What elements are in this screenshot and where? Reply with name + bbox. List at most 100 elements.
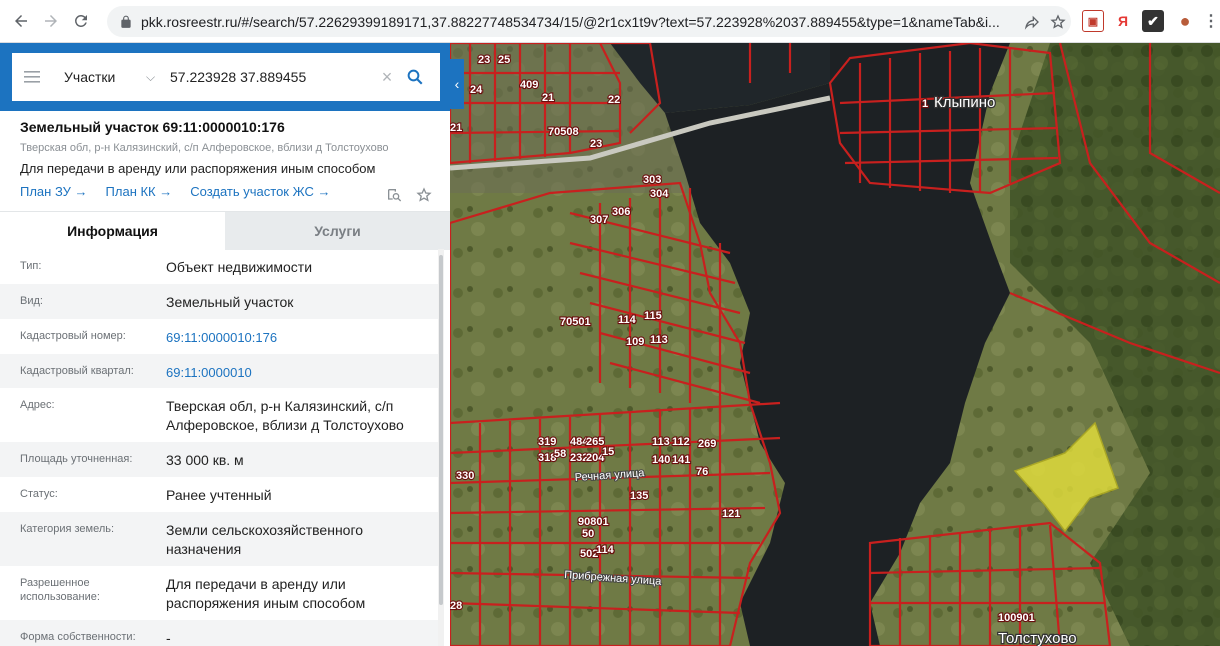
share-icon[interactable]: [1019, 9, 1045, 35]
map-canvas[interactable]: Клыпино Толстухово Речная улица Прибрежн…: [450, 43, 1220, 646]
detail-value: -: [166, 630, 171, 646]
search-box: Участки ⌵ ×: [12, 53, 440, 101]
parcel-label: 22: [608, 94, 620, 106]
detail-label: Статус:: [20, 488, 58, 500]
collapse-panel-button[interactable]: ‹: [450, 59, 464, 109]
reload-icon[interactable]: [66, 6, 96, 36]
detail-value: Тверская обл, р-н Калязинский, с/п Алфер…: [166, 398, 404, 433]
parcel-label: 135: [630, 490, 648, 502]
favorite-star-icon[interactable]: [416, 187, 432, 203]
detail-label: Категория земель:: [20, 523, 115, 535]
parcel-label: 121: [722, 508, 740, 520]
detail-label: Тип:: [20, 260, 42, 272]
detail-row-kind: Вид: Земельный участок: [0, 284, 440, 319]
parcel-label: 23: [590, 138, 602, 150]
parcel-label: 140: [652, 454, 670, 466]
place-name-tolstukhovo: Толстухово: [998, 630, 1077, 646]
forward-icon[interactable]: [36, 6, 66, 36]
yandex-extension-icon[interactable]: Я: [1112, 10, 1134, 32]
detail-label: Адрес:: [20, 399, 55, 411]
parcel-label: 141: [672, 454, 690, 466]
info-panel: Участки ⌵ × Земельный участок 69:11:0000…: [0, 43, 450, 646]
detail-row-ownership: Форма собственности: -: [0, 620, 440, 646]
hamburger-menu-icon[interactable]: [12, 53, 52, 101]
parcel-label: 115: [644, 310, 662, 322]
details-list: Тип: Объект недвижимости Вид: Земельный …: [0, 249, 440, 646]
parcel-label: 114: [618, 314, 637, 326]
detail-row-land-category: Категория земель: Земли сельскохозяйстве…: [0, 512, 440, 566]
detail-row-permitted-use: Разрешенное использование: Для передачи …: [0, 566, 440, 620]
parcel-label: 50: [582, 528, 594, 540]
lock-icon: [121, 15, 131, 28]
address-bar[interactable]: pkk.rosreestr.ru/#/search/57.22629399189…: [107, 6, 1071, 37]
detail-label: Разрешенное использование:: [20, 577, 100, 603]
tab-bar: Информация Услуги: [0, 211, 450, 250]
parcel-label: 303: [643, 174, 661, 186]
clear-icon[interactable]: ×: [375, 67, 399, 88]
parcel-label: 15: [602, 446, 614, 458]
parcel-label: 304: [650, 188, 669, 200]
parcel-title: Земельный участок 69:11:0000010:176: [20, 119, 285, 135]
pocket-extension-icon[interactable]: ▣: [1082, 10, 1104, 32]
search-input[interactable]: [170, 69, 375, 85]
parcel-use: Для передачи в аренду или распоряжения и…: [20, 161, 376, 176]
browser-toolbar: pkk.rosreestr.ru/#/search/57.22629399189…: [0, 0, 1220, 43]
url-text[interactable]: pkk.rosreestr.ru/#/search/57.22629399189…: [141, 14, 1019, 30]
detail-row-area: Площадь уточненная: 33 000 кв. м: [0, 442, 440, 477]
parcel-label: 70508: [548, 126, 579, 138]
plan-zu-link[interactable]: План ЗУ →: [20, 184, 88, 199]
detail-value: Для передачи в аренду или распоряжения и…: [166, 576, 366, 611]
parcel-label: 330: [456, 470, 474, 482]
search-bar: Участки ⌵ ×: [0, 43, 450, 111]
detail-value: Земли сельскохозяйственного назначения: [166, 522, 364, 557]
parcel-label: 306: [612, 206, 630, 218]
parcel-label: 1: [922, 98, 928, 110]
parcel-address: Тверская обл, р-н Калязинский, с/п Алфер…: [20, 142, 389, 154]
detail-value: 33 000 кв. м: [166, 452, 244, 468]
star-icon[interactable]: [1045, 9, 1071, 35]
detail-label: Форма собственности:: [20, 631, 136, 643]
detail-value: Ранее учтенный: [166, 487, 272, 503]
cadastral-number-link[interactable]: 69:11:0000010:176: [166, 328, 436, 354]
card-tools: [386, 187, 432, 203]
cadastral-map[interactable]: Клыпино Толстухово Речная улица Прибрежн…: [450, 43, 1220, 646]
parcel-label: 112: [672, 436, 690, 448]
parcel-label: 100901: [998, 612, 1035, 624]
parcel-label: 70501: [560, 316, 591, 328]
tab-information[interactable]: Информация: [0, 212, 225, 250]
plan-links: План ЗУ → План КК → Создать участок ЖС →: [20, 184, 430, 199]
detail-row-address: Адрес: Тверская обл, р-н Калязинский, с/…: [0, 388, 440, 442]
detail-row-cadastral-quarter: Кадастровый квартал: 69:11:0000010: [0, 354, 440, 388]
detail-label: Кадастровый квартал:: [20, 365, 134, 377]
detail-label: Вид:: [20, 295, 43, 307]
checkmark-extension-icon[interactable]: ✔: [1142, 10, 1164, 32]
tab-services[interactable]: Услуги: [225, 212, 450, 250]
more-menu-icon[interactable]: ⋮: [1200, 10, 1220, 32]
chevron-down-icon[interactable]: ⌵: [146, 70, 166, 85]
cadastral-quarter-link[interactable]: 69:11:0000010: [166, 363, 436, 388]
parcel-label: 113: [652, 436, 670, 448]
parcel-label: 269: [698, 438, 716, 450]
back-icon[interactable]: [6, 6, 36, 36]
detail-label: Кадастровый номер:: [20, 330, 126, 342]
parcel-label: 90801: [578, 516, 609, 528]
profile-extension-icon[interactable]: ●: [1174, 10, 1196, 32]
place-name-klypino: Клыпино: [934, 94, 995, 111]
parcel-label: 21: [450, 122, 462, 134]
parcel-label: 58: [554, 448, 566, 460]
detail-row-type: Тип: Объект недвижимости: [0, 249, 440, 284]
parcel-label: 21: [542, 92, 554, 104]
detail-value: Земельный участок: [166, 294, 294, 310]
create-parcel-link[interactable]: Создать участок ЖС →: [190, 184, 330, 199]
scrollbar-thumb[interactable]: [439, 255, 443, 605]
parcel-label: 114: [596, 544, 615, 556]
parcel-label: 319: [538, 436, 556, 448]
plan-kk-link[interactable]: План КК →: [106, 184, 173, 199]
detail-row-status: Статус: Ранее учтенный: [0, 477, 440, 512]
detail-row-cadastral-number: Кадастровый номер: 69:11:0000010:176: [0, 319, 440, 354]
search-type-select[interactable]: Участки: [64, 69, 146, 85]
parcel-label: 28: [450, 600, 462, 612]
zoom-to-object-icon[interactable]: [386, 187, 402, 203]
search-icon[interactable]: [399, 68, 431, 86]
parcel-label: 23: [478, 54, 490, 66]
